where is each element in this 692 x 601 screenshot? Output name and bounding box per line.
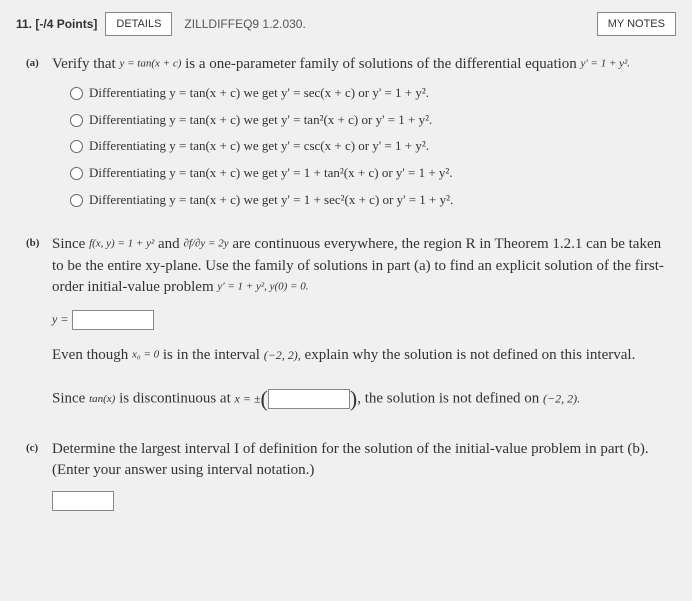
part-a: (a) Verify that y = tan(x + c) is a one-… (26, 54, 666, 216)
radio-icon[interactable] (70, 114, 83, 127)
part-b-label: (b) (26, 234, 52, 421)
paren-open-icon: ( (261, 386, 268, 411)
my-notes-button[interactable]: MY NOTES (597, 12, 676, 36)
eq-x0: x₀ = 0 (132, 349, 159, 361)
part-a-body: Verify that y = tan(x + c) is a one-para… (52, 54, 666, 216)
part-c-body: Determine the largest interval I of defi… (52, 439, 666, 512)
option-3[interactable]: Differentiating y = tan(x + c) we get y'… (70, 137, 666, 156)
eq-y-tan: y = tan(x + c) (119, 58, 181, 70)
radio-icon[interactable] (70, 87, 83, 100)
option-text: Differentiating y = tan(x + c) we get y'… (89, 191, 453, 210)
option-2[interactable]: Differentiating y = tan(x + c) we get y'… (70, 111, 666, 130)
part-c-label: (c) (26, 439, 52, 512)
option-text: Differentiating y = tan(x + c) we get y'… (89, 111, 432, 130)
paren-close-icon: ) (350, 386, 357, 411)
eq-tanx: tan(x) (89, 393, 115, 405)
answer-input-interval[interactable] (52, 491, 114, 511)
eq-dfdy: ∂f/∂y = 2y (183, 238, 228, 250)
details-button[interactable]: DETAILS (105, 12, 172, 36)
radio-icon[interactable] (70, 194, 83, 207)
option-1[interactable]: Differentiating y = tan(x + c) we get y'… (70, 84, 666, 103)
part-a-label: (a) (26, 54, 52, 216)
eq-ivp: y' = 1 + y², y(0) = 0. (217, 281, 308, 293)
eq-x-equals-pm: x = ± (235, 391, 261, 405)
answer-input-y[interactable] (72, 310, 154, 330)
option-text: Differentiating y = tan(x + c) we get y'… (89, 137, 429, 156)
question-number: 11. [-/4 Points] (16, 17, 97, 31)
interval-minus2-2: (−2, 2), (264, 348, 301, 362)
eq-de: y' = 1 + y². (581, 58, 631, 70)
radio-icon[interactable] (70, 167, 83, 180)
option-5[interactable]: Differentiating y = tan(x + c) we get y'… (70, 191, 666, 210)
radio-icon[interactable] (70, 140, 83, 153)
y-equals-label: y = (52, 312, 68, 326)
question-container: 11. [-/4 Points] DETAILS ZILLDIFFEQ9 1.2… (0, 0, 692, 534)
header-row: 11. [-/4 Points] DETAILS ZILLDIFFEQ9 1.2… (16, 12, 676, 36)
eq-fxy: f(x, y) = 1 + y² (89, 238, 154, 250)
answer-input-discontinuity[interactable] (268, 389, 350, 409)
option-text: Differentiating y = tan(x + c) we get y'… (89, 164, 453, 183)
part-b: (b) Since f(x, y) = 1 + y² and ∂f/∂y = 2… (26, 234, 666, 421)
option-text: Differentiating y = tan(x + c) we get y'… (89, 84, 429, 103)
part-c: (c) Determine the largest interval I of … (26, 439, 666, 512)
source-label: ZILLDIFFEQ9 1.2.030. (184, 17, 305, 31)
interval-minus2-2-b: (−2, 2). (543, 391, 580, 405)
option-4[interactable]: Differentiating y = tan(x + c) we get y'… (70, 164, 666, 183)
part-b-body: Since f(x, y) = 1 + y² and ∂f/∂y = 2y ar… (52, 234, 666, 421)
